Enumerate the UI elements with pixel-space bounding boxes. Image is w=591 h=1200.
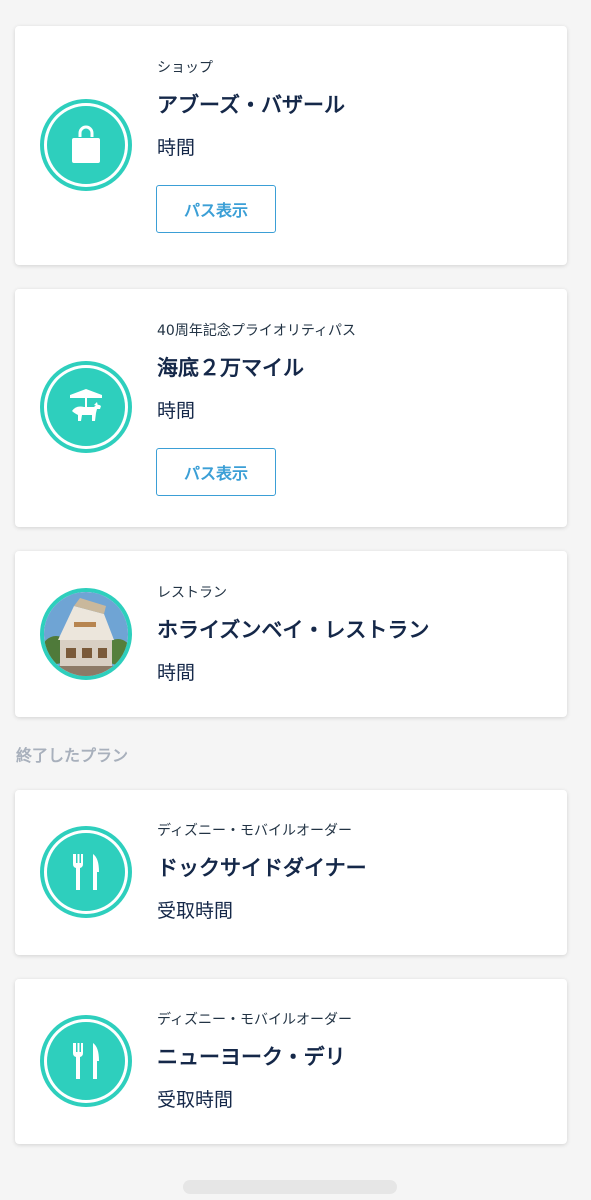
plan-time-label: 時間 (157, 662, 196, 684)
plan-category: 40周年記念プライオリティパス (157, 323, 356, 339)
completed-plans-heading: 終了したプラン (16, 746, 129, 765)
plan-time-label: 時間 (157, 400, 196, 422)
plan-category: ディズニー・モバイルオーダー (157, 823, 353, 839)
plan-category: ショップ (157, 60, 213, 76)
plan-card-shop[interactable]: ショップ アブーズ・バザール 時間 パス表示 (15, 26, 567, 265)
plan-name: ホライズンベイ・レストラン (157, 618, 430, 642)
plan-card-priority-pass[interactable]: 40周年記念プライオリティパス 海底２万マイル 時間 パス表示 (15, 289, 567, 527)
restaurant-photo (40, 588, 132, 680)
plan-pickup-time-label: 受取時間 (157, 900, 234, 922)
plan-card-mobile-order[interactable]: ディズニー・モバイルオーダー ニューヨーク・デリ 受取時間 (15, 979, 567, 1144)
plan-category: レストラン (157, 585, 227, 601)
plan-pickup-time-label: 受取時間 (157, 1089, 234, 1111)
shopping-bag-icon (40, 99, 132, 191)
plan-card-restaurant[interactable]: レストラン ホライズンベイ・レストラン 時間 (15, 551, 567, 717)
plan-name: ドックサイドダイナー (157, 856, 367, 880)
show-pass-button[interactable]: パス表示 (156, 185, 276, 233)
fork-knife-icon (40, 826, 132, 918)
plan-name: 海底２万マイル (157, 356, 304, 380)
show-pass-button[interactable]: パス表示 (156, 448, 276, 496)
scroll-indicator (183, 1180, 397, 1194)
carousel-horse-icon (40, 361, 132, 453)
plans-screen: ショップ アブーズ・バザール 時間 パス表示 40周年記念プライオリティパス 海… (0, 0, 591, 1200)
plan-category: ディズニー・モバイルオーダー (157, 1012, 353, 1028)
plan-name: ニューヨーク・デリ (157, 1045, 346, 1069)
plan-card-mobile-order[interactable]: ディズニー・モバイルオーダー ドックサイドダイナー 受取時間 (15, 790, 567, 955)
plan-name: アブーズ・バザール (157, 93, 345, 117)
fork-knife-icon (40, 1015, 132, 1107)
plan-time-label: 時間 (157, 137, 196, 159)
